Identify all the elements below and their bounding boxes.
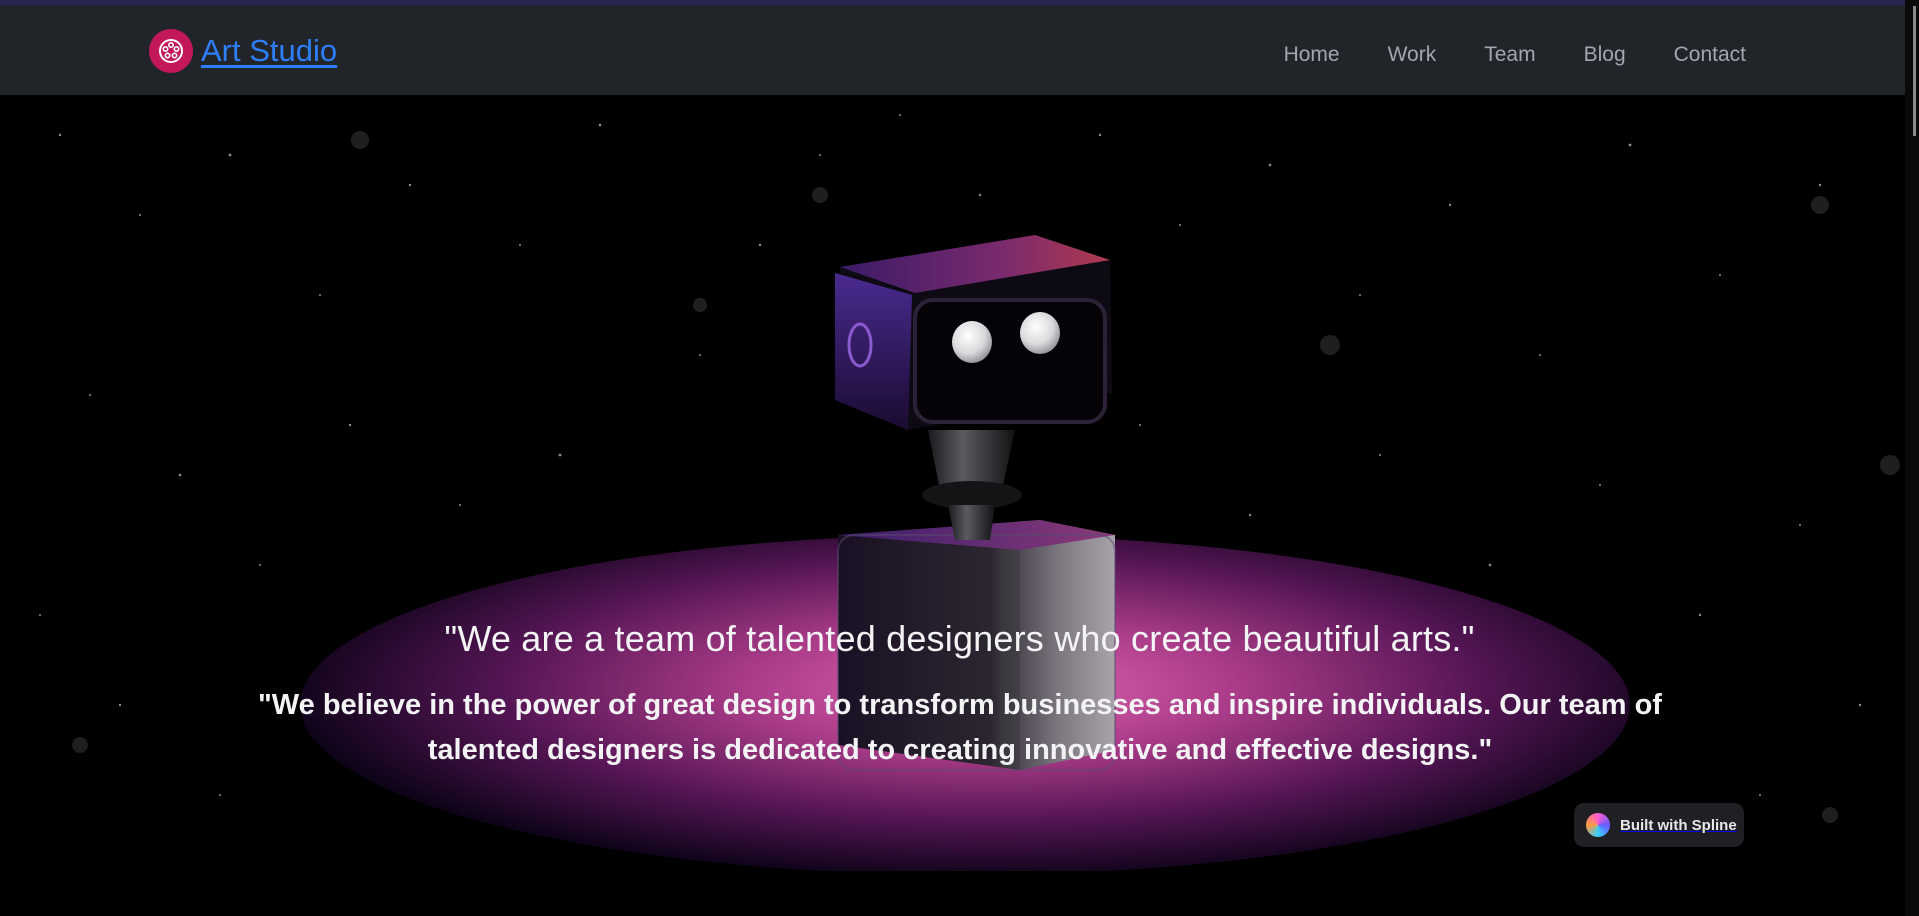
scrollbar-thumb[interactable]	[1913, 6, 1916, 136]
vertical-scrollbar[interactable]	[1905, 0, 1919, 916]
brand-link[interactable]: Art Studio	[149, 29, 337, 73]
hero-description-line-2: talented designers is dedicated to creat…	[427, 734, 1493, 766]
navbar: Art Studio Home Work Team Blog Contact	[0, 5, 1919, 95]
hero-headline: "We are a team of talented designers who…	[444, 618, 1475, 659]
nav-work[interactable]: Work	[1388, 35, 1437, 75]
spline-badge-label: Built with Spline	[1620, 816, 1737, 834]
bottom-strip	[0, 871, 1919, 916]
brand-name: Art Studio	[201, 33, 338, 68]
palette-icon	[149, 29, 193, 73]
hero-description-line-1: "We believe in the power of great design…	[258, 689, 1662, 721]
nav-contact[interactable]: Contact	[1674, 35, 1746, 75]
nav-blog[interactable]: Blog	[1584, 35, 1626, 75]
spline-logo-icon	[1586, 813, 1610, 837]
nav-home[interactable]: Home	[1284, 35, 1340, 75]
main-nav: Home Work Team Blog Contact	[1284, 35, 1746, 75]
nav-team[interactable]: Team	[1484, 35, 1535, 75]
hero-section: "We are a team of talented designers who…	[0, 95, 1919, 871]
hero-description: "We believe in the power of great design…	[240, 683, 1680, 773]
built-with-spline-badge[interactable]: Built with Spline	[1574, 803, 1744, 847]
